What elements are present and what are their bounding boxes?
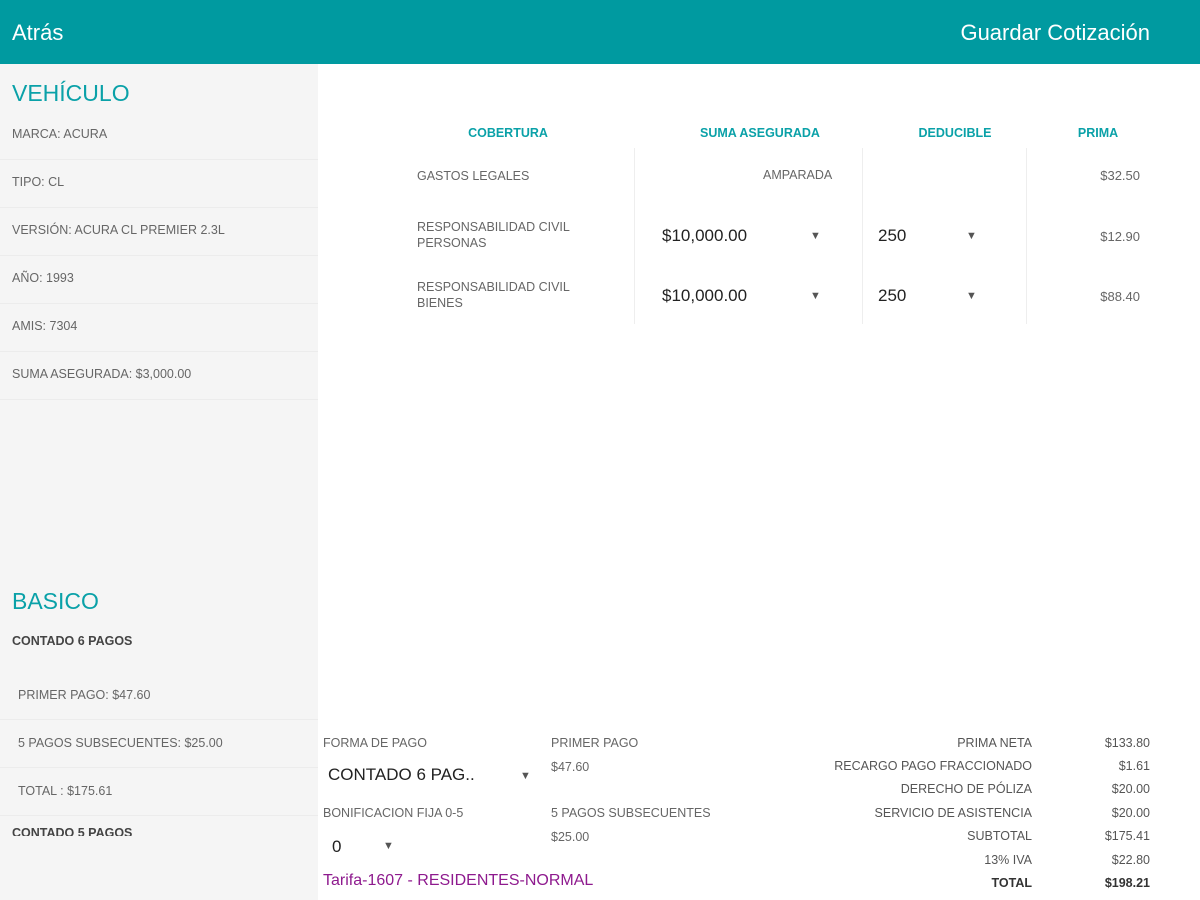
primer-pago-label: PRIMER PAGO: [551, 736, 639, 750]
suma-asegurada-dropdown[interactable]: $10,000.00: [662, 226, 747, 246]
back-button[interactable]: Atrás: [12, 20, 63, 46]
dropdown-arrow-icon[interactable]: ▼: [810, 290, 821, 302]
header-suma-asegurada: SUMA ASEGURADA: [700, 126, 820, 140]
dropdown-arrow-icon[interactable]: ▼: [966, 290, 977, 302]
dropdown-arrow-icon[interactable]: ▼: [966, 230, 977, 242]
plan-contado-6-header[interactable]: CONTADO 6 PAGOS: [0, 624, 318, 672]
vehicle-item-anio: AÑO: 1993: [0, 256, 318, 304]
header-prima: PRIMA: [1077, 126, 1119, 140]
summary-label: RECARGO PAGO FRACCIONADO: [834, 759, 1032, 773]
summary-value: $22.80: [1111, 853, 1150, 867]
vehicle-item-suma: SUMA ASEGURADA: $3,000.00: [0, 352, 318, 400]
plan-total: TOTAL : $175.61: [0, 768, 318, 816]
summary-value: $20.00: [1111, 782, 1150, 796]
coverage-name-line1: RESPONSABILIDAD CIVIL: [417, 220, 570, 234]
bonificacion-label: BONIFICACION FIJA 0-5: [323, 806, 464, 820]
pagos-subsecuentes-value: $25.00: [551, 830, 590, 844]
vehicle-item-tipo: TIPO: CL: [0, 160, 318, 208]
vehicle-item-marca: MARCA: ACURA: [0, 112, 318, 160]
suma-amparada: AMPARADA: [763, 168, 833, 182]
vehicle-list: MARCA: ACURA TIPO: CL VERSIÓN: ACURA CL …: [0, 112, 318, 400]
vehicle-item-version: VERSIÓN: ACURA CL PREMIER 2.3L: [0, 208, 318, 256]
suma-asegurada-dropdown[interactable]: $10,000.00: [662, 286, 747, 306]
deducible-dropdown[interactable]: 250: [878, 286, 906, 306]
basic-plan-list: CONTADO 6 PAGOS PRIMER PAGO: $47.60 5 PA…: [0, 624, 318, 836]
plan-pagos-subsecuentes: 5 PAGOS SUBSECUENTES: $25.00: [0, 720, 318, 768]
header-deducible: DEDUCIBLE: [918, 126, 992, 140]
vehicle-section-title: VEHÍCULO: [12, 80, 130, 106]
primer-pago-value: $47.60: [551, 760, 590, 774]
dropdown-arrow-icon[interactable]: ▼: [520, 770, 531, 782]
summary-total-label: TOTAL: [991, 876, 1032, 890]
pagos-subsecuentes-label: 5 PAGOS SUBSECUENTES: [551, 806, 711, 820]
plan-primer-pago: PRIMER PAGO: $47.60: [0, 672, 318, 720]
summary-value: $133.80: [1104, 736, 1150, 750]
coverage-name-line1: RESPONSABILIDAD CIVIL: [417, 280, 570, 294]
summary-value: $20.00: [1111, 806, 1150, 820]
summary-total-value: $198.21: [1104, 876, 1150, 890]
summary-label: SUBTOTAL: [967, 829, 1032, 843]
coverage-row: GASTOS LEGALES AMPARADA $32.50: [318, 148, 1200, 208]
coverage-row: RESPONSABILIDAD CIVIL BIENES $10,000.00 …: [318, 268, 1200, 328]
dropdown-arrow-icon[interactable]: ▼: [810, 230, 821, 242]
summary-value: $175.41: [1104, 829, 1150, 843]
coverage-name: RESPONSABILIDAD CIVIL BIENES: [417, 279, 570, 311]
header-cobertura: COBERTURA: [468, 126, 548, 140]
summary-label: SERVICIO DE ASISTENCIA: [874, 806, 1032, 820]
vehicle-item-amis: AMIS: 7304: [0, 304, 318, 352]
forma-pago-dropdown[interactable]: CONTADO 6 PAG..: [328, 765, 475, 785]
prima-value: $88.40: [1100, 289, 1140, 304]
prima-value: $12.90: [1100, 229, 1140, 244]
summary-label: PRIMA NETA: [957, 736, 1032, 750]
coverage-row: RESPONSABILIDAD CIVIL PERSONAS $10,000.0…: [318, 208, 1200, 268]
basic-section-title: BASICO: [12, 588, 99, 614]
sidebar: VEHÍCULO MARCA: ACURA TIPO: CL VERSIÓN: …: [0, 64, 318, 900]
tarifa-label: Tarifa-1607 - RESIDENTES-NORMAL: [323, 872, 594, 889]
coverage-name: GASTOS LEGALES: [417, 169, 530, 183]
prima-value: $32.50: [1100, 168, 1140, 183]
bonificacion-dropdown[interactable]: 0: [332, 837, 341, 857]
coverage-name-line2: PERSONAS: [417, 236, 487, 250]
save-quote-button[interactable]: Guardar Cotización: [960, 20, 1150, 46]
coverage-name: RESPONSABILIDAD CIVIL PERSONAS: [417, 219, 570, 251]
plan-contado-5-header[interactable]: CONTADO 5 PAGOS: [0, 816, 318, 836]
summary-value: $1.61: [1118, 759, 1150, 773]
dropdown-arrow-icon[interactable]: ▼: [383, 840, 394, 852]
deducible-dropdown[interactable]: 250: [878, 226, 906, 246]
coverage-name-line2: BIENES: [417, 296, 463, 310]
summary-label: 13% IVA: [984, 853, 1032, 867]
summary-label: DERECHO DE PÓLIZA: [900, 782, 1032, 796]
top-app-bar: Atrás Guardar Cotización: [0, 0, 1200, 64]
forma-pago-label: FORMA DE PAGO: [323, 736, 427, 750]
